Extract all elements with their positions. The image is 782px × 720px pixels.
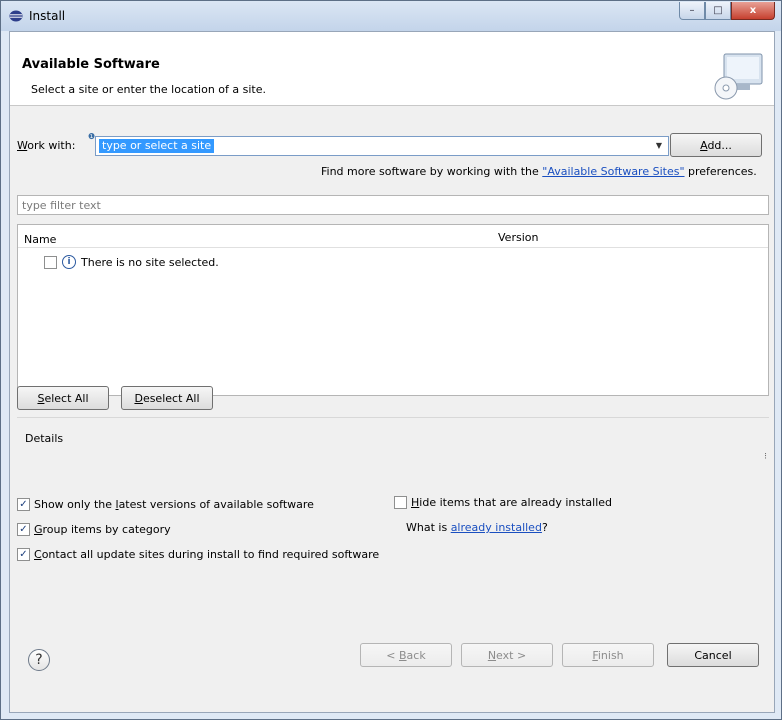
show-latest-label: Show only the latest versions of availab… — [34, 498, 314, 511]
header-divider — [18, 247, 768, 248]
contact-all-sites-label: Contact all update sites during install … — [34, 548, 380, 561]
column-header-name[interactable]: Name — [24, 233, 56, 246]
filter-input[interactable] — [18, 196, 768, 214]
show-latest-checkbox[interactable] — [17, 498, 30, 511]
minimize-icon: – — [689, 5, 695, 16]
details-group: Details ⁝ — [17, 417, 769, 475]
show-latest-option[interactable]: Show only the latest versions of availab… — [17, 498, 314, 511]
back-button[interactable]: < Back — [360, 643, 452, 667]
available-sites-link[interactable]: "Available Software Sites" — [542, 165, 684, 178]
next-button[interactable]: Next > — [461, 643, 553, 667]
row-checkbox[interactable] — [44, 255, 57, 269]
finish-button[interactable]: Finish — [562, 643, 654, 667]
group-by-category-label: Group items by category — [34, 523, 171, 536]
install-wizard-icon — [714, 53, 763, 100]
table-row[interactable]: i There is no site selected. — [44, 255, 219, 269]
already-installed-link[interactable]: already installed — [451, 521, 542, 534]
close-icon: x — [749, 5, 757, 16]
contact-all-sites-checkbox[interactable] — [17, 548, 30, 561]
select-all-button[interactable]: Select All — [17, 386, 109, 410]
work-with-combo[interactable]: type or select a site ▼ — [95, 136, 669, 156]
deselect-all-button[interactable]: Deselect All — [121, 386, 213, 410]
title-bar[interactable]: Install – □ x — [1, 1, 781, 31]
add-button[interactable]: Add... — [670, 133, 762, 157]
software-table[interactable]: Name Version i There is no site selected… — [17, 224, 769, 396]
window-controls: – □ x — [679, 2, 775, 20]
maximize-button[interactable]: □ — [705, 2, 731, 20]
maximize-icon: □ — [713, 5, 723, 16]
contact-all-sites-option[interactable]: Contact all update sites during install … — [17, 548, 379, 561]
info-icon: i — [62, 255, 76, 269]
minimize-button[interactable]: – — [679, 2, 705, 20]
page-subtitle: Select a site or enter the location of a… — [31, 83, 267, 96]
what-is-installed-text: What is already installed? — [406, 521, 548, 534]
group-by-category-checkbox[interactable] — [17, 523, 30, 536]
find-more-text: Find more software by working with the "… — [321, 165, 757, 178]
wizard-header: Available Software Select a site or ente… — [10, 32, 774, 106]
work-with-value[interactable]: type or select a site — [99, 139, 215, 153]
column-header-version[interactable]: Version — [498, 231, 538, 244]
hide-installed-option[interactable]: Hide items that are already installed — [394, 496, 612, 509]
hide-installed-label: Hide items that are already installed — [411, 496, 613, 509]
install-window: Install – □ x Available Software Select … — [0, 0, 782, 720]
close-button[interactable]: x — [731, 2, 775, 20]
help-icon[interactable]: ? — [28, 649, 50, 671]
work-with-label: Work with: — [17, 139, 76, 152]
chevron-down-icon[interactable]: ▼ — [653, 140, 665, 152]
window-title: Install — [29, 9, 66, 23]
eclipse-icon — [9, 10, 23, 22]
row-text: There is no site selected. — [81, 255, 219, 269]
filter-field[interactable] — [17, 195, 769, 215]
cancel-button[interactable]: Cancel — [667, 643, 759, 667]
group-by-category-option[interactable]: Group items by category — [17, 523, 171, 536]
details-label: Details — [25, 432, 64, 445]
hide-installed-checkbox[interactable] — [394, 496, 407, 509]
page-title: Available Software — [22, 57, 160, 72]
details-scroll-indicator[interactable]: ⁝ — [764, 452, 767, 462]
